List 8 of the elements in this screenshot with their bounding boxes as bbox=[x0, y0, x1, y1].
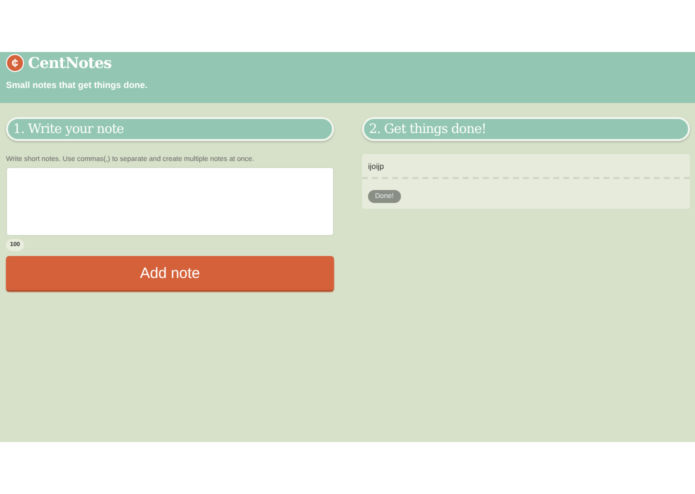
add-note-button[interactable]: Add note bbox=[6, 256, 334, 290]
note-input[interactable] bbox=[6, 167, 334, 236]
app-title: CentNotes bbox=[28, 54, 112, 72]
logo-icon: ¢ bbox=[6, 54, 24, 72]
note-text: ijoijp bbox=[362, 154, 690, 179]
tagline: Small notes that get things done. bbox=[6, 80, 149, 90]
section-heading: 1. Write your note bbox=[6, 117, 334, 141]
section-heading: 2. Get things done! bbox=[362, 117, 690, 141]
